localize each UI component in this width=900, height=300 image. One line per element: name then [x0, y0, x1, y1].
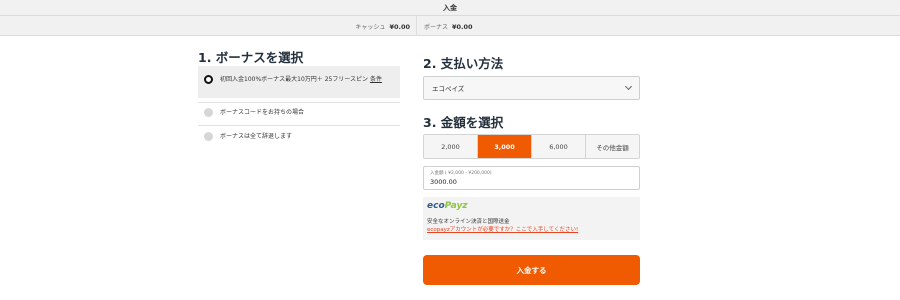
bonus-option-label: 初回入金100%ボーナス最大10万円＋ 25フリースピン 条件 — [220, 76, 382, 83]
radio-selected-icon[interactable] — [204, 75, 213, 84]
deposit-button[interactable]: 入金する — [423, 255, 640, 285]
radio-icon[interactable] — [204, 108, 213, 117]
deposit-amount-value[interactable]: 3000.00 — [430, 177, 633, 187]
balance-header: 入金 キャッシュ ¥0.00 ボーナス ¥0.00 — [0, 0, 900, 36]
ecopayz-logo: ecoPayz — [427, 201, 468, 211]
bonus-option-label: ボーナスは全て辞退します — [220, 133, 293, 140]
amount-option-2000[interactable]: 2,000 — [424, 135, 477, 158]
amount-option-3000[interactable]: 3,000 — [477, 135, 531, 158]
cash-balance: キャッシュ ¥0.00 — [355, 22, 410, 31]
divider — [198, 125, 400, 126]
terms-link[interactable]: 条件 — [370, 76, 382, 83]
bonus-option-code[interactable]: ボーナスコードをお持ちの場合 — [198, 108, 400, 120]
page-title: 入金 — [443, 4, 457, 12]
amount-selector: 2,000 3,000 6,000 その他金額 — [423, 134, 640, 159]
get-account-link[interactable]: ecopayzアカウントが必要ですか？ここで入手してください! — [427, 226, 636, 234]
payment-method-value: エコペイズ — [432, 85, 465, 93]
chevron-down-icon — [624, 82, 633, 91]
bonus-label: ボーナス — [424, 24, 449, 31]
payment-heading: 2. 支払い方法 — [423, 56, 504, 71]
payment-description: 安全なオンライン決済と国際送金 — [427, 219, 510, 225]
cash-value: ¥0.00 — [389, 23, 410, 31]
header-divider — [0, 15, 900, 16]
bonus-balance: ボーナス ¥0.00 — [424, 22, 473, 31]
bonus-option-decline[interactable]: ボーナスは全て辞退します — [198, 132, 400, 144]
balance-separator — [416, 16, 417, 36]
payment-method-select[interactable]: エコペイズ — [423, 76, 640, 100]
cash-label: キャッシュ — [355, 24, 386, 31]
amount-option-other[interactable]: その他金額 — [585, 135, 639, 158]
divider — [198, 102, 400, 103]
deposit-amount-input[interactable]: 入金額 ( ¥2,000 - ¥200,000) 3000.00 — [423, 166, 640, 190]
payment-info-box: ecoPayz 安全なオンライン決済と国際送金 ecopayzアカウントが必要で… — [423, 197, 640, 240]
amount-heading: 3. 金額を選択 — [423, 115, 504, 130]
bonus-option-label: ボーナスコードをお持ちの場合 — [220, 109, 305, 116]
radio-icon[interactable] — [204, 132, 213, 141]
bonus-value: ¥0.00 — [452, 23, 473, 31]
bonus-option-first-deposit[interactable]: 初回入金100%ボーナス最大10万円＋ 25フリースピン 条件 — [198, 66, 400, 98]
bonus-heading: 1. ボーナスを選択 — [198, 50, 304, 65]
amount-option-6000[interactable]: 6,000 — [531, 135, 585, 158]
